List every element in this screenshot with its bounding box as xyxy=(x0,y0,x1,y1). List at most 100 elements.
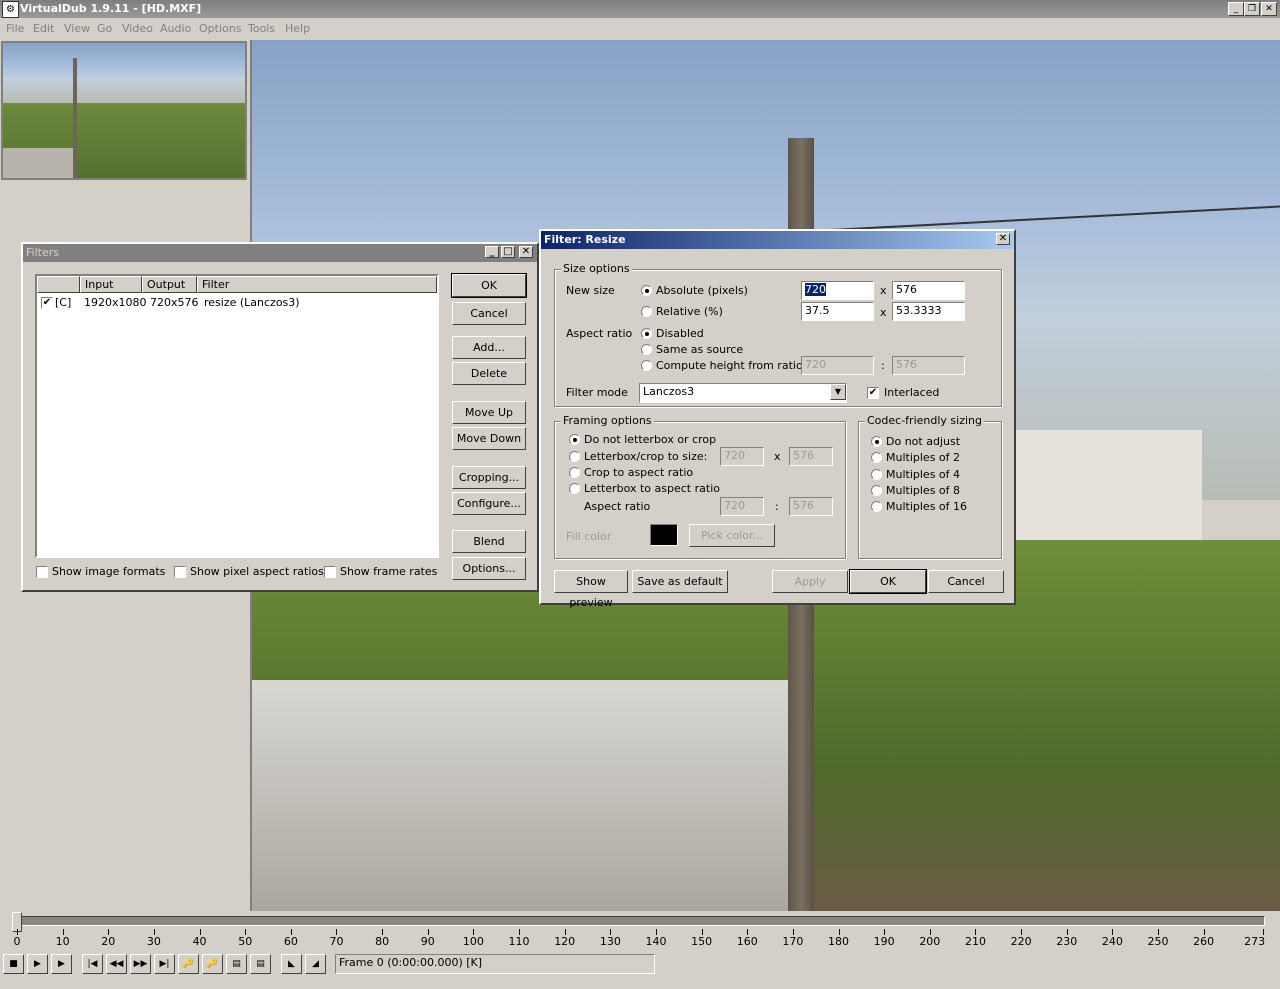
filters-cancel-button[interactable]: Cancel xyxy=(452,302,526,325)
filters-ok-button[interactable]: OK xyxy=(451,273,527,298)
go-start-icon[interactable]: |◀ xyxy=(82,954,103,974)
interlaced-checkbox[interactable]: ✔ xyxy=(867,387,879,399)
timeline-tick-label: 110 xyxy=(508,935,530,948)
codec-mult-2-radio[interactable] xyxy=(871,452,882,463)
filters-cropping-button[interactable]: Cropping... xyxy=(452,466,526,489)
menu-bar: File Edit View Go Video Audio Options To… xyxy=(0,18,1280,38)
mark-in-icon[interactable]: ◣ xyxy=(281,954,302,974)
maximize-button[interactable]: ❐ xyxy=(1244,2,1260,16)
resize-title: Filter: Resize xyxy=(544,233,626,246)
aspect-disabled-radio[interactable] xyxy=(641,328,652,339)
codec-mult-16-radio[interactable] xyxy=(871,501,882,512)
play-input-icon[interactable]: ▶ xyxy=(27,954,48,974)
resize-close-button[interactable]: ✕ xyxy=(996,233,1010,245)
menu-go[interactable]: Go xyxy=(97,22,112,35)
show-frame-rates-checkbox[interactable] xyxy=(324,566,336,578)
aspect-same-radio[interactable] xyxy=(641,344,652,355)
next-frame-icon[interactable]: ▶▶ xyxy=(130,954,151,974)
menu-audio[interactable]: Audio xyxy=(160,22,191,35)
go-end-icon[interactable]: ▶| xyxy=(154,954,175,974)
filter-list[interactable]: Input Output Filter ✔ [C] 1920x1080 720x… xyxy=(35,274,439,558)
interlaced-label: Interlaced xyxy=(884,386,940,399)
menu-video[interactable]: Video xyxy=(122,22,153,35)
cancel-button[interactable]: Cancel xyxy=(928,570,1004,593)
codec-mult-4-radio[interactable] xyxy=(871,469,882,480)
show-image-formats-checkbox[interactable] xyxy=(36,566,48,578)
row-enabled-checkbox[interactable]: ✔ xyxy=(41,297,53,309)
ar-width-input[interactable]: 720 xyxy=(720,497,764,516)
menu-file[interactable]: File xyxy=(6,22,24,35)
timeline-track[interactable] xyxy=(12,916,1265,926)
aspect-ratio-label: Aspect ratio xyxy=(566,327,633,340)
menu-help[interactable]: Help xyxy=(285,22,310,35)
filters-options-button[interactable]: Options... xyxy=(452,557,526,580)
abs-width-input[interactable]: 720 xyxy=(801,281,874,300)
input-sky xyxy=(3,43,245,103)
stop-icon[interactable]: ■ xyxy=(3,954,24,974)
filters-minimize-button[interactable]: _ xyxy=(485,246,499,258)
pick-color-button[interactable]: Pick color... xyxy=(689,524,775,547)
abs-height-input[interactable]: 576 xyxy=(892,281,965,300)
filters-configure-button[interactable]: Configure... xyxy=(452,492,526,515)
prev-keyframe-icon[interactable]: 🔑 xyxy=(178,954,199,974)
col-header-enabled[interactable] xyxy=(37,276,80,293)
filters-close-button[interactable]: ✕ xyxy=(519,246,533,258)
codec-no-adjust-radio[interactable] xyxy=(871,436,882,447)
minimize-button[interactable]: _ xyxy=(1228,2,1244,16)
prev-scene-icon[interactable]: ▤ xyxy=(226,954,247,974)
show-image-formats-label: Show image formats xyxy=(52,565,166,578)
codec-mult-8-radio[interactable] xyxy=(871,485,882,496)
framing-crop-aspect-radio[interactable] xyxy=(569,467,580,478)
menu-view[interactable]: View xyxy=(64,22,90,35)
ar-height-input[interactable]: 576 xyxy=(789,497,833,516)
aspect-compute-radio[interactable] xyxy=(641,360,652,371)
play-output-icon[interactable]: ▶ xyxy=(51,954,72,974)
filters-add-button[interactable]: Add... xyxy=(452,336,526,359)
chevron-down-icon[interactable]: ▼ xyxy=(830,384,846,400)
framing-letterbox-aspect-radio[interactable] xyxy=(569,483,580,494)
filter-mode-select[interactable]: Lanczos3 ▼ xyxy=(639,383,847,403)
ratio-height-input[interactable]: 576 xyxy=(892,356,965,375)
col-header-filter[interactable]: Filter xyxy=(197,276,437,293)
absolute-radio[interactable] xyxy=(641,285,652,296)
framing-none-radio[interactable] xyxy=(569,434,580,445)
mark-out-icon[interactable]: ◢ xyxy=(305,954,326,974)
lb-height-input[interactable]: 576 xyxy=(789,447,833,466)
new-size-label: New size xyxy=(566,284,615,297)
lb-width-input[interactable]: 720 xyxy=(720,447,764,466)
input-video-pane xyxy=(1,41,247,180)
table-row[interactable]: ✔ [C] 1920x1080 720x576 resize (Lanczos3… xyxy=(37,295,437,311)
next-scene-icon[interactable]: ▤ xyxy=(250,954,271,974)
row-filter: resize (Lanczos3) xyxy=(204,296,300,309)
size-options-label: Size options xyxy=(561,262,632,275)
relative-radio[interactable] xyxy=(641,306,652,317)
app-icon[interactable]: ⚙ xyxy=(2,1,19,18)
filters-delete-button[interactable]: Delete xyxy=(452,362,526,385)
apply-button[interactable]: Apply xyxy=(772,570,848,593)
ok-button[interactable]: OK xyxy=(849,569,927,594)
next-keyframe-icon[interactable]: 🔑 xyxy=(202,954,223,974)
filters-move-down-button[interactable]: Move Down xyxy=(452,427,526,450)
framing-letterbox-size-radio[interactable] xyxy=(569,451,580,462)
menu-options[interactable]: Options xyxy=(199,22,241,35)
col-header-output[interactable]: Output xyxy=(142,276,197,293)
filters-maximize-button[interactable]: □ xyxy=(501,246,515,258)
save-default-button[interactable]: Save as default xyxy=(632,570,728,593)
menu-tools[interactable]: Tools xyxy=(248,22,275,35)
filters-blend-button[interactable]: Blend xyxy=(452,530,526,553)
rel-x-label: x xyxy=(880,306,887,319)
menu-edit[interactable]: Edit xyxy=(33,22,54,35)
col-header-input[interactable]: Input xyxy=(80,276,142,293)
timeline-tick-label: 50 xyxy=(238,935,253,948)
aspect-disabled-label: Disabled xyxy=(656,327,704,340)
close-button[interactable]: ✕ xyxy=(1261,2,1277,16)
ratio-width-input[interactable]: 720 xyxy=(801,356,874,375)
input-roof xyxy=(3,148,75,178)
resize-dialog: Filter: Resize ✕ Size options New size A… xyxy=(539,229,1016,609)
show-preview-button[interactable]: Show preview xyxy=(554,570,628,609)
rel-width-input[interactable]: 37.5 xyxy=(801,302,874,321)
filters-move-up-button[interactable]: Move Up xyxy=(452,401,526,424)
prev-frame-icon[interactable]: ◀◀ xyxy=(106,954,127,974)
show-pixel-aspect-checkbox[interactable] xyxy=(174,566,186,578)
rel-height-input[interactable]: 53.3333 xyxy=(892,302,965,321)
